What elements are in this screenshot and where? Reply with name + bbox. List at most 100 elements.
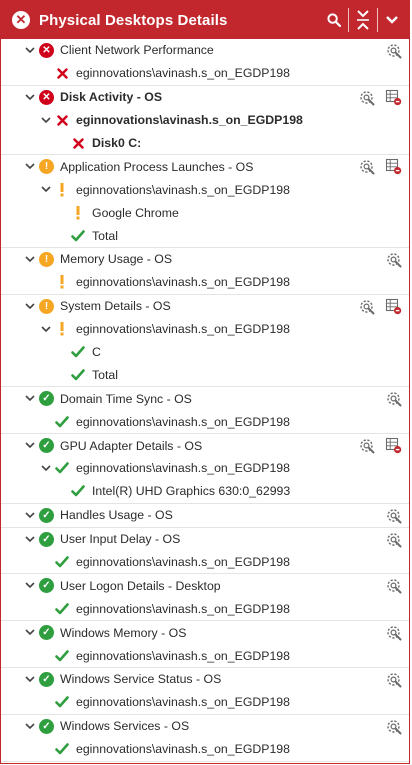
chevron-down-icon[interactable] [41, 324, 51, 334]
row-label: eginnovations\avinash.s_on_EGDP198 [76, 66, 290, 81]
row-label: Disk0 C: [92, 136, 142, 150]
diagnosis-wrench-icon[interactable] [384, 670, 402, 688]
descriptor-row[interactable]: eginnovations\avinash.s_on_EGDP198 [1, 62, 409, 86]
measure-row[interactable]: Intel(R) UHD Graphics 630:0_62993 [1, 480, 409, 504]
descriptor-row[interactable]: eginnovations\avinash.s_on_EGDP198 [1, 597, 409, 622]
test-row[interactable]: ✓ GPU Adapter Details - OS [1, 434, 409, 457]
chevron-down-icon[interactable] [41, 463, 51, 473]
chevron-down-icon[interactable] [41, 115, 51, 125]
chevron-down-icon[interactable] [25, 254, 35, 264]
error-status-icon: ✕ [12, 11, 30, 29]
diagnosis-wrench-icon[interactable] [384, 530, 402, 548]
test-row[interactable]: ✓ Windows Memory - OS [1, 621, 409, 644]
descriptor-row[interactable]: eginnovations\avinash.s_on_EGDP198 [1, 410, 409, 435]
check-icon [71, 345, 85, 359]
test-row[interactable]: ✓ User Input Delay - OS [1, 528, 409, 551]
check-icon [55, 415, 69, 429]
test-row[interactable]: ! Application Process Launches - OS [1, 155, 409, 178]
chevron-down-icon[interactable] [25, 92, 35, 102]
measure-row[interactable]: Disk0 C: [1, 132, 409, 156]
cross-icon [55, 113, 69, 127]
detailed-diagnosis-grid-icon[interactable] [384, 88, 402, 106]
descriptor-row[interactable]: eginnovations\avinash.s_on_EGDP198 [1, 551, 409, 575]
diagnosis-wrench-icon[interactable] [357, 88, 375, 106]
chevron-down-icon[interactable] [25, 301, 35, 311]
test-row[interactable]: ✕ Disk Activity - OS [1, 86, 409, 109]
row-label: eginnovations\avinash.s_on_EGDP198 [76, 742, 290, 757]
diagnosis-wrench-icon[interactable] [357, 437, 375, 455]
measure-row[interactable]: C [1, 341, 409, 364]
chevron-down-icon[interactable] [25, 441, 35, 451]
test-row[interactable]: ! Memory Usage - OS [1, 248, 409, 271]
exclamation-icon [55, 275, 69, 289]
row-label: Memory Usage - OS [60, 252, 173, 267]
chevron-down-icon[interactable] [25, 394, 35, 404]
row-label: Total [92, 367, 118, 382]
detailed-diagnosis-grid-icon[interactable] [384, 437, 402, 455]
diagnosis-wrench-icon[interactable] [384, 390, 402, 408]
measure-row[interactable]: Total [1, 224, 409, 249]
row-label: eginnovations\avinash.s_on_EGDP198 [76, 414, 290, 429]
descriptor-row[interactable]: eginnovations\avinash.s_on_EGDP198 [1, 109, 409, 132]
chevron-down-icon[interactable] [25, 510, 35, 520]
chevron-down-icon[interactable] [25, 534, 35, 544]
ok-status-icon: ✓ [39, 671, 54, 687]
descriptor-row[interactable]: eginnovations\avinash.s_on_EGDP198 [1, 178, 409, 201]
chevron-down-icon[interactable] [25, 162, 35, 172]
row-label: Windows Memory - OS [60, 625, 187, 640]
diagnosis-wrench-icon[interactable] [357, 297, 375, 315]
test-row[interactable]: ✓ Domain Time Sync - OS [1, 387, 409, 410]
row-label: GPU Adapter Details - OS [60, 438, 203, 453]
descriptor-row[interactable]: eginnovations\avinash.s_on_EGDP198 [1, 644, 409, 669]
descriptor-row[interactable]: eginnovations\avinash.s_on_EGDP198 [1, 691, 409, 715]
measure-row[interactable]: Google Chrome [1, 201, 409, 224]
row-label: Application Process Launches - OS [60, 159, 254, 174]
row-label: eginnovations\avinash.s_on_EGDP198 [76, 695, 290, 710]
test-row[interactable]: ! System Details - OS [1, 295, 409, 318]
row-label: C [92, 345, 101, 360]
row-label: Total [92, 228, 118, 243]
test-row[interactable]: ✓ Handles Usage - OS [1, 504, 409, 528]
chevron-down-icon[interactable] [25, 45, 35, 55]
test-row[interactable]: ✕ Client Network Performance [1, 39, 409, 62]
chevron-down-icon[interactable] [381, 7, 403, 33]
test-row[interactable]: ✓ Windows Services - OS [1, 715, 409, 738]
test-row[interactable]: ✓ Windows Service Status - OS [1, 668, 409, 691]
row-label: eginnovations\avinash.s_on_EGDP198 [76, 322, 290, 337]
descriptor-row[interactable]: eginnovations\avinash.s_on_EGDP198 [1, 738, 409, 762]
check-icon [55, 649, 69, 663]
physical-desktops-panel: ✕ Physical Desktops Details ✕ Client Netw… [0, 0, 410, 764]
ok-status-icon: ✓ [39, 507, 54, 523]
detailed-diagnosis-grid-icon[interactable] [384, 297, 402, 315]
exclamation-icon [55, 322, 69, 336]
check-icon [71, 484, 85, 498]
chevron-down-icon[interactable] [25, 628, 35, 638]
exclamation-icon [71, 205, 85, 220]
diagnosis-wrench-icon[interactable] [384, 624, 402, 642]
row-label: Domain Time Sync - OS [60, 391, 192, 406]
diagnosis-wrench-icon[interactable] [384, 41, 402, 59]
diagnosis-wrench-icon[interactable] [357, 158, 375, 176]
test-row[interactable]: ✓ User Logon Details - Desktop [1, 574, 409, 597]
diagnosis-wrench-icon[interactable] [384, 577, 402, 595]
diagnosis-wrench-icon[interactable] [384, 250, 402, 268]
descriptor-row[interactable]: eginnovations\avinash.s_on_EGDP198 [1, 457, 409, 480]
measure-row[interactable]: Total [1, 363, 409, 388]
diagnosis-wrench-icon[interactable] [384, 717, 402, 735]
descriptor-row[interactable]: eginnovations\avinash.s_on_EGDP198 [1, 318, 409, 341]
row-label: User Input Delay - OS [60, 532, 181, 547]
search-icon[interactable] [323, 7, 345, 33]
row-label: eginnovations\avinash.s_on_EGDP198 [76, 182, 290, 197]
check-icon [55, 742, 69, 756]
detailed-diagnosis-grid-icon[interactable] [384, 158, 402, 176]
collapse-all-icon[interactable] [352, 7, 374, 33]
chevron-down-icon[interactable] [25, 674, 35, 684]
ok-status-icon: ✓ [39, 391, 54, 407]
diagnosis-wrench-icon[interactable] [384, 506, 402, 524]
row-label: eginnovations\avinash.s_on_EGDP198 [76, 601, 290, 616]
descriptor-row[interactable]: eginnovations\avinash.s_on_EGDP198 [1, 271, 409, 295]
chevron-down-icon[interactable] [25, 721, 35, 731]
chevron-down-icon[interactable] [25, 581, 35, 591]
row-label: eginnovations\avinash.s_on_EGDP198 [76, 461, 290, 476]
chevron-down-icon[interactable] [41, 185, 51, 195]
